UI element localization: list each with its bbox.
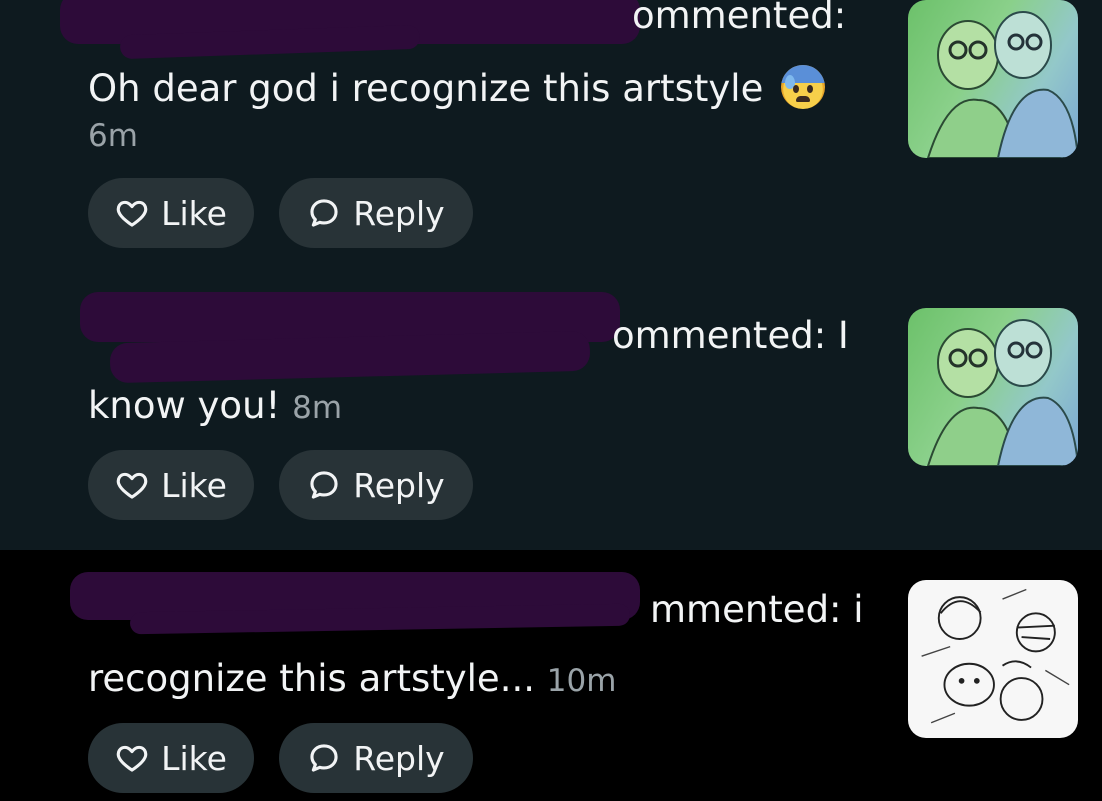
heart-icon — [116, 472, 148, 499]
comment-author-action: mmented: i — [650, 588, 864, 631]
comment-author-action: ommented: — [632, 0, 847, 37]
like-label: Like — [161, 193, 227, 233]
comment-timestamp: 10m — [546, 663, 617, 699]
comment-timestamp: 8m — [292, 390, 343, 426]
chat-bubble-icon — [310, 471, 338, 499]
comment-text: Oh dear god i recognize this artstyle — [88, 65, 826, 111]
post-thumbnail[interactable] — [908, 580, 1078, 738]
like-label: Like — [161, 738, 227, 778]
sketch-thumbnail-icon — [921, 588, 1070, 724]
reply-label: Reply — [353, 193, 445, 233]
chat-bubble-icon — [310, 199, 338, 227]
comment-body: recognize this artstyle... — [88, 657, 535, 700]
comment-author-action: ommented: I — [612, 314, 849, 357]
heart-icon — [116, 745, 148, 772]
like-button[interactable]: Like — [88, 450, 254, 520]
reply-button[interactable]: Reply — [279, 723, 473, 793]
like-label: Like — [161, 465, 227, 505]
comment-item-1: ommented: Oh dear god i recognize this a… — [0, 0, 1102, 282]
artwork-thumbnail-icon — [926, 11, 1078, 158]
heart-icon — [116, 200, 148, 227]
comment-item-2: ommented: I know you! 8m Like Reply — [0, 282, 1102, 550]
artwork-thumbnail-icon — [926, 319, 1078, 466]
post-thumbnail[interactable] — [908, 308, 1078, 466]
chat-bubble-icon — [310, 744, 338, 772]
reply-button[interactable]: Reply — [279, 450, 473, 520]
comment-item-3: mmented: i recognize this artstyle... 10… — [0, 550, 1102, 801]
comment-timestamp: 6m — [88, 118, 138, 154]
post-thumbnail[interactable] — [908, 0, 1078, 158]
reply-label: Reply — [353, 738, 445, 778]
reply-button[interactable]: Reply — [279, 178, 473, 248]
like-button[interactable]: Like — [88, 723, 254, 793]
comment-body: know you! — [88, 384, 281, 427]
reply-label: Reply — [353, 465, 445, 505]
comment-body: Oh dear god i recognize this artstyle — [88, 67, 764, 110]
like-button[interactable]: Like — [88, 178, 254, 248]
comment-text: recognize this artstyle... 10m — [88, 657, 616, 703]
comment-text: know you! 8m — [88, 384, 342, 430]
anxious-face-icon — [781, 65, 826, 109]
